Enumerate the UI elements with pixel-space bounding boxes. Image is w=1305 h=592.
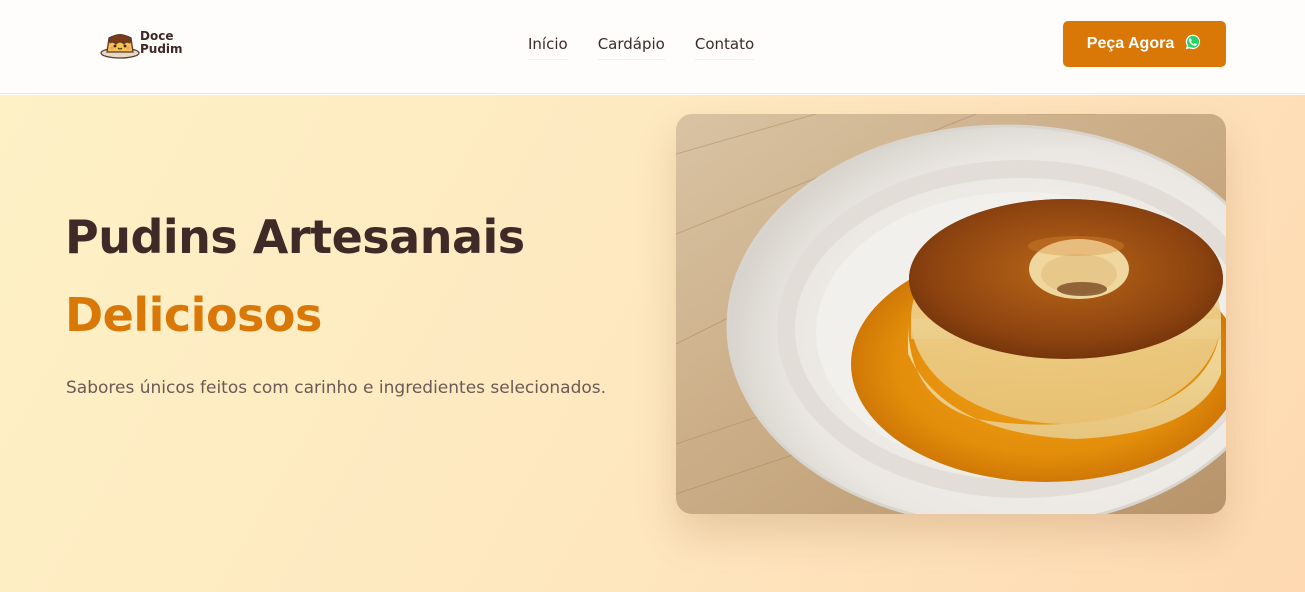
nav-link-inicio[interactable]: Início xyxy=(528,35,568,60)
brand-logo[interactable]: Doce Pudim xyxy=(100,26,183,60)
hero-title-line1: Pudins Artesanais xyxy=(65,210,525,264)
site-header: Doce Pudim Início Cardápio Contato Peça … xyxy=(0,0,1305,94)
hero-section: Pudins Artesanais Deliciosos Sabores úni… xyxy=(0,95,1305,592)
hero-title-line2: Deliciosos xyxy=(65,288,322,342)
hero-subtitle: Sabores únicos feitos com carinho e ingr… xyxy=(66,378,607,398)
whatsapp-icon xyxy=(1185,34,1201,50)
order-now-button[interactable]: Peça Agora xyxy=(1063,21,1226,67)
brand-name-line2: Pudim xyxy=(140,42,183,56)
flan-on-white-plate-photo xyxy=(676,114,1226,514)
main-nav: Início Cardápio Contato xyxy=(528,35,755,60)
pudding-face-icon xyxy=(100,34,140,59)
brand-name: Doce Pudim xyxy=(140,30,183,56)
nav-link-cardapio[interactable]: Cardápio xyxy=(597,35,665,60)
order-now-label: Peça Agora xyxy=(1086,35,1175,52)
nav-link-contato[interactable]: Contato xyxy=(694,35,755,60)
